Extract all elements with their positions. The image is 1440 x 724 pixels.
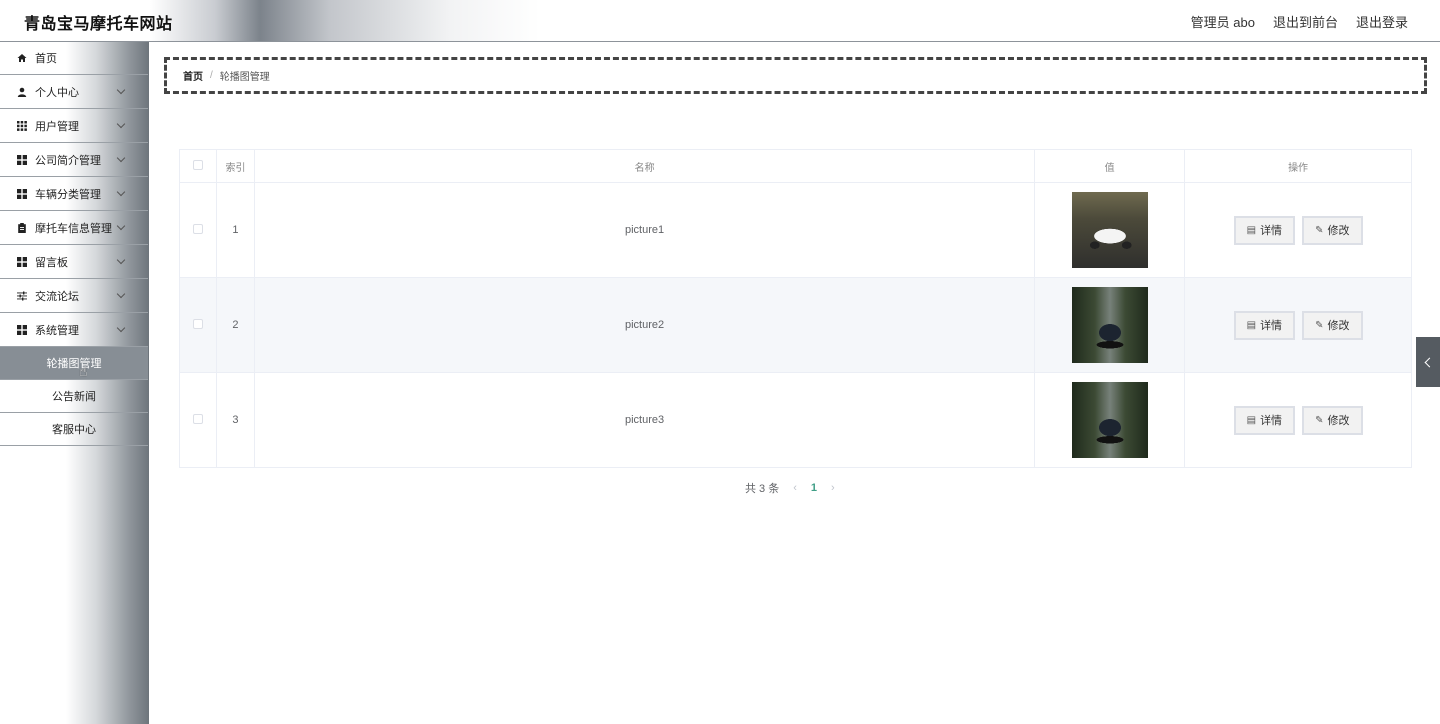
header-actions: 管理员 abo 退出到前台 退出登录 — [1191, 12, 1408, 31]
sidebar-item-label: 摩托车信息管理 — [35, 222, 112, 235]
row-name: picture2 — [253, 277, 1036, 373]
sidebar-item-user-management[interactable]: 用户管理 — [0, 109, 148, 143]
chevron-up-icon — [116, 323, 126, 333]
row-name: picture3 — [253, 372, 1036, 468]
row-checkbox[interactable] — [192, 413, 203, 424]
header-value: 值 — [1034, 149, 1186, 183]
chevron-down-icon — [116, 119, 126, 129]
select-all-checkbox[interactable] — [192, 159, 203, 170]
detail-button[interactable]: ▤ 详情 — [1233, 310, 1296, 340]
row-index: 1 — [215, 182, 255, 278]
chevron-down-icon — [116, 85, 126, 95]
exit-to-front-link[interactable]: 退出到前台 — [1273, 12, 1338, 31]
logout-link[interactable]: 退出登录 — [1356, 12, 1408, 31]
sidebar-item-label: 首页 — [35, 53, 57, 65]
clipboard-icon — [17, 222, 27, 233]
hand-cursor-icon: ☝ — [79, 363, 88, 379]
admin-name: 管理员 abo — [1190, 15, 1255, 30]
edit-icon: ✎ — [1315, 224, 1324, 236]
pagination-total: 共 3 条 — [745, 483, 780, 495]
chevron-left-icon — [1424, 357, 1435, 367]
detail-button[interactable]: ▤ 详情 — [1233, 405, 1296, 435]
row-checkbox[interactable] — [192, 223, 203, 234]
header-index: 索引 — [215, 149, 255, 183]
grid-icon — [17, 256, 27, 267]
document-icon: ▤ — [1246, 319, 1257, 331]
side-panel-toggle[interactable] — [1416, 337, 1440, 387]
sidebar-item-vehicle-category[interactable]: 车辆分类管理 — [0, 177, 148, 211]
sidebar-subitem-carousel[interactable]: 轮播图管理 — [0, 347, 148, 380]
document-icon: ▤ — [1246, 224, 1257, 236]
table-row: 2 picture2 ▤ 详情 ✎ 修改 — [179, 277, 1412, 373]
top-header: 青岛宝马摩托车网站 管理员 abo 退出到前台 退出登录 — [0, 0, 1440, 42]
chevron-down-icon — [116, 221, 126, 231]
sidebar: 首页 个人中心 用户管理 公司简介管理 车辆分类管理 摩托车信息管理 留言板 交… — [0, 42, 149, 724]
table-header-row: 索引 名称 值 操作 — [179, 149, 1412, 183]
sidebar-item-label: 车辆分类管理 — [35, 188, 101, 201]
carousel-thumbnail — [1071, 287, 1148, 363]
detail-button[interactable]: ▤ 详情 — [1233, 215, 1296, 245]
carousel-thumbnail — [1071, 382, 1148, 458]
sidebar-item-system-management[interactable]: 系统管理 — [0, 313, 148, 347]
breadcrumb-current: 轮播图管理 — [219, 72, 270, 83]
document-icon: ▤ — [1246, 414, 1257, 426]
header-name: 名称 — [253, 149, 1036, 183]
sidebar-item-label: 用户管理 — [35, 120, 79, 133]
chevron-down-icon — [116, 187, 126, 197]
sidebar-item-label: 公司简介管理 — [35, 154, 101, 167]
sidebar-item-label: 交流论坛 — [35, 290, 79, 303]
breadcrumb: 首页 / 轮播图管理 — [164, 57, 1427, 94]
row-index: 2 — [215, 277, 255, 373]
edit-button[interactable]: ✎ 修改 — [1302, 405, 1363, 435]
prev-page-icon[interactable]: ‹ — [793, 482, 797, 494]
pagination: 共 3 条 ‹ 1 › — [745, 480, 835, 496]
grid-icon — [17, 324, 27, 335]
carousel-thumbnail — [1071, 192, 1148, 268]
edit-icon: ✎ — [1315, 414, 1324, 426]
row-checkbox[interactable] — [192, 318, 203, 329]
sidebar-item-motorcycle-info[interactable]: 摩托车信息管理 — [0, 211, 148, 245]
table-row: 3 picture3 ▤ 详情 ✎ 修改 — [179, 372, 1412, 468]
breadcrumb-home[interactable]: 首页 — [183, 68, 203, 83]
chevron-down-icon — [116, 289, 126, 299]
select-all-cell — [179, 149, 217, 183]
grid-icon — [17, 120, 27, 131]
row-index: 3 — [215, 372, 255, 468]
carousel-table: 索引 名称 值 操作 1 picture1 ▤ 详情 ✎ 修改 2 picture2… — [179, 149, 1412, 468]
home-icon — [17, 53, 27, 63]
edit-button[interactable]: ✎ 修改 — [1302, 215, 1363, 245]
sidebar-item-forum[interactable]: 交流论坛 — [0, 279, 148, 313]
sidebar-subitem-customer-service[interactable]: 客服中心 — [0, 413, 148, 446]
row-name: picture1 — [253, 182, 1036, 278]
chevron-down-icon — [116, 255, 126, 265]
chevron-down-icon — [116, 153, 126, 163]
user-icon — [17, 87, 27, 97]
edit-button[interactable]: ✎ 修改 — [1302, 310, 1363, 340]
page-number[interactable]: 1 — [811, 482, 817, 494]
sidebar-item-company-intro[interactable]: 公司简介管理 — [0, 143, 148, 177]
table-row: 1 picture1 ▤ 详情 ✎ 修改 — [179, 182, 1412, 278]
site-title: 青岛宝马摩托车网站 — [24, 16, 173, 33]
sliders-icon — [17, 291, 27, 301]
breadcrumb-separator: / — [210, 70, 213, 81]
header-actions: 操作 — [1184, 149, 1412, 183]
sidebar-item-label: 个人中心 — [35, 86, 79, 99]
next-page-icon[interactable]: › — [831, 482, 835, 494]
edit-icon: ✎ — [1315, 319, 1324, 331]
grid-icon — [17, 154, 27, 165]
sidebar-subitem-news[interactable]: 公告新闻 — [0, 380, 148, 413]
sidebar-item-label: 留言板 — [35, 256, 68, 269]
sidebar-item-label: 系统管理 — [35, 324, 79, 337]
sidebar-item-message-board[interactable]: 留言板 — [0, 245, 148, 279]
sidebar-item-home[interactable]: 首页 — [0, 42, 148, 75]
grid-icon — [17, 188, 27, 199]
sidebar-item-personal-center[interactable]: 个人中心 — [0, 75, 148, 109]
